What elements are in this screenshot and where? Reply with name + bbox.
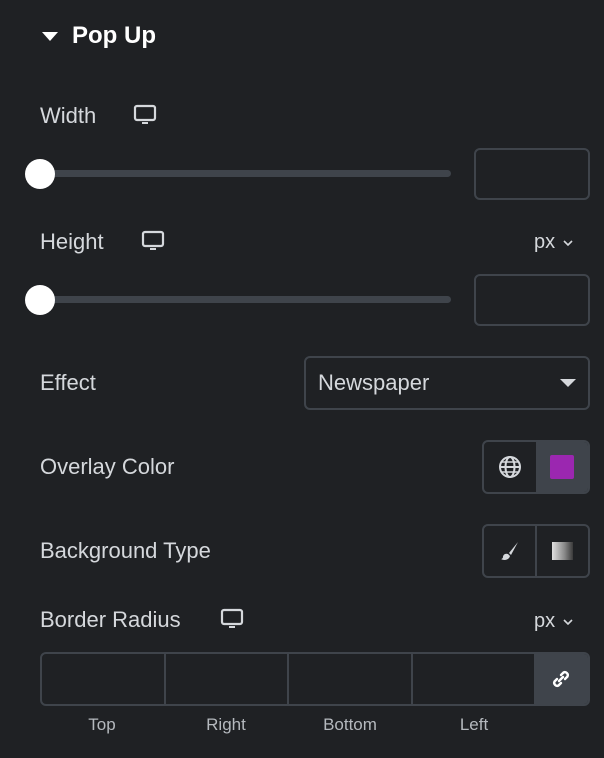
section-title: Pop Up — [72, 22, 156, 49]
monitor-icon[interactable] — [133, 104, 157, 131]
border-radius-top-input[interactable] — [42, 654, 166, 704]
globe-icon — [499, 456, 521, 478]
chevron-down-icon — [563, 618, 573, 625]
overlay-color-control — [482, 440, 590, 494]
caret-down-icon — [560, 379, 576, 387]
border-radius-label: Border Radius — [40, 607, 181, 632]
height-unit-label: px — [534, 231, 556, 253]
monitor-icon[interactable] — [220, 608, 244, 635]
width-slider-track[interactable] — [40, 170, 451, 177]
border-radius-unit-selector[interactable]: px — [534, 610, 573, 633]
height-unit-selector[interactable]: px — [534, 231, 573, 254]
section-toggle-pop-up[interactable]: Pop Up — [40, 22, 156, 50]
height-input[interactable] — [474, 274, 590, 326]
border-radius-top-label: Top — [88, 715, 116, 734]
monitor-icon[interactable] — [141, 230, 165, 257]
border-radius-right-input[interactable] — [166, 654, 289, 704]
height-label: Height — [40, 229, 104, 254]
gradient-icon — [552, 542, 573, 560]
effect-selected-value: Newspaper — [318, 370, 430, 395]
width-slider-thumb[interactable] — [25, 159, 55, 189]
background-type-classic-button[interactable] — [484, 526, 535, 576]
color-swatch — [550, 455, 574, 479]
border-radius-left-label: Left — [459, 715, 489, 734]
background-type-control — [482, 524, 590, 578]
border-radius-bottom-label: Bottom — [323, 715, 377, 734]
color-picker-button[interactable] — [536, 442, 588, 492]
link-values-button[interactable] — [534, 654, 588, 704]
width-input[interactable] — [474, 148, 590, 200]
border-radius-right-label: Right — [206, 715, 246, 734]
chevron-down-icon — [563, 239, 573, 246]
overlay-color-label: Overlay Color — [40, 454, 175, 479]
border-radius-inputs — [40, 652, 590, 706]
link-icon — [553, 671, 569, 687]
classic-brush-icon — [500, 542, 518, 560]
height-slider-thumb[interactable] — [25, 285, 55, 315]
caret-down-icon — [42, 31, 58, 41]
width-label: Width — [40, 103, 97, 128]
effect-select[interactable]: Newspaper — [304, 356, 590, 410]
border-radius-unit-label: px — [534, 610, 556, 632]
background-type-label: Background Type — [40, 538, 211, 563]
height-slider-track[interactable] — [40, 296, 451, 303]
global-colors-button[interactable] — [484, 442, 536, 492]
effect-label: Effect — [40, 370, 96, 395]
border-radius-left-input[interactable] — [413, 654, 535, 704]
background-type-gradient-button[interactable] — [535, 526, 588, 576]
border-radius-bottom-input[interactable] — [289, 654, 413, 704]
